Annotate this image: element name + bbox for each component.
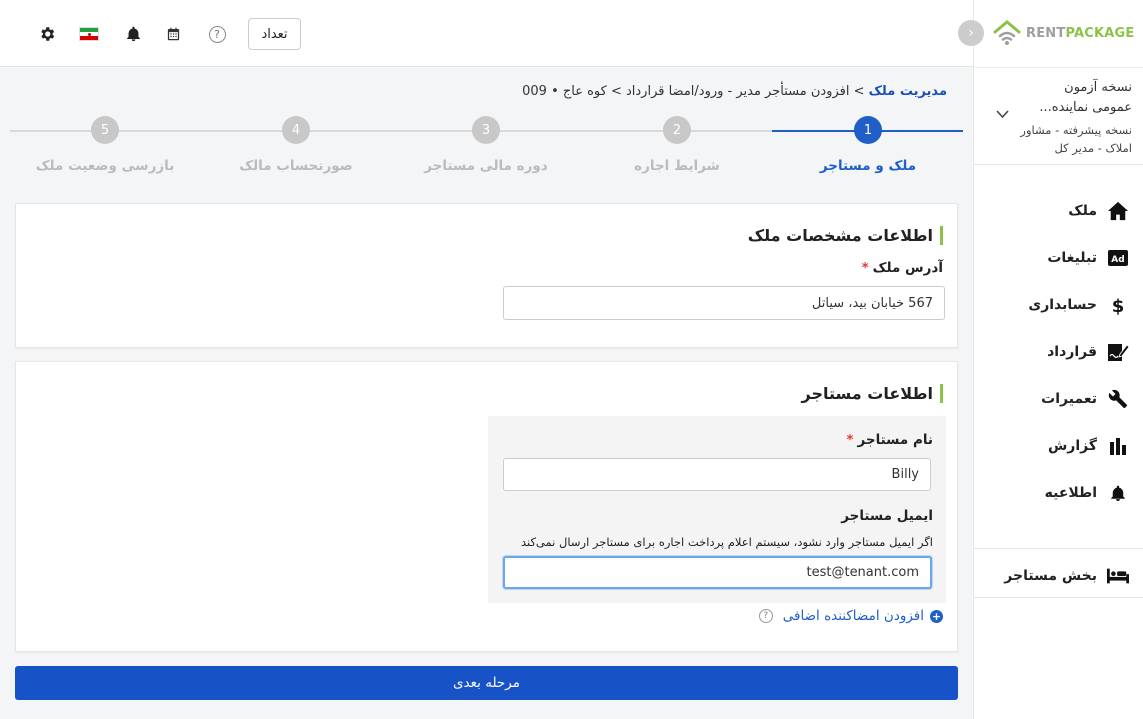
tenant-email-input[interactable] [503,556,932,589]
sidebar-divider [974,597,1143,598]
card-title: اطلاعات مستاجر [802,384,943,403]
step-3[interactable]: 3 دوره مالی مستاجر [391,116,581,174]
sidebar-item-label: تعمیرات [1041,391,1097,407]
sidebar-item-ads[interactable]: تبلیغات Ad [979,243,1129,273]
logo[interactable]: RENTPACKAGE [992,20,1134,46]
step-number: 5 [91,116,119,144]
home-icon [1107,200,1129,222]
card-title: اطلاعات مشخصات ملک [748,226,943,245]
sidebar-item-label: تبلیغات [1047,250,1097,266]
step-4[interactable]: 4 صورتحساب مالک [201,116,391,174]
step-2[interactable]: 2 شرایط اجاره [582,116,772,174]
sidebar-item-reports[interactable]: گزارش [979,431,1129,461]
add-signer-label: افزودن امضاکننده اضافی [782,608,924,624]
add-signer-link[interactable]: + افزودن امضاکننده اضافی ? [758,608,943,624]
sidebar-item-label: ملک [1068,203,1097,219]
tenant-info-card: اطلاعات مستاجر نام مستاجر* ایمیل مستاجر … [15,361,958,652]
next-step-button[interactable]: مرحله بعدی [15,666,958,700]
stepper: 1 ملک و مستاجر 2 شرایط اجاره 3 دوره مالی… [10,116,963,186]
sidebar-item-label: اطلاعیه [1044,485,1097,501]
address-label: آدرس ملک* [862,260,943,276]
tenant-name-input[interactable] [503,458,931,491]
sidebar-item-label: حسابداری [1028,297,1097,313]
sidebar-item-repairs[interactable]: تعمیرات [979,384,1129,414]
required-mark: * [846,432,854,448]
chart-icon [1107,435,1129,457]
account-name: نسخه آزمون [1064,80,1132,95]
wifi-house-icon [993,20,1021,45]
logo-rent: RENT [1026,25,1066,41]
step-label: دوره مالی مستاجر [424,158,548,174]
step-1[interactable]: 1 ملک و مستاجر [773,116,963,174]
tenant-panel: نام مستاجر* ایمیل مستاجر اگر ایمیل مستاج… [488,416,946,603]
top-bar: ? تعداد [0,0,973,67]
sidebar: › RENTPACKAGE نسخه آزمون عمومی نماینده..… [958,0,1143,719]
sidebar-item-accounting[interactable]: حسابداری $ [979,290,1129,320]
step-number: 3 [472,116,500,144]
step-number: 4 [282,116,310,144]
step-label: بازرسی وضعیت ملک [35,158,175,174]
plus-circle-icon: + [930,609,943,623]
svg-text:Ad: Ad [1111,255,1124,265]
sidebar-item-tenant-section[interactable]: بخش مستاجر [979,561,1129,591]
tenant-email-label: ایمیل مستاجر [841,508,933,524]
sidebar-item-property[interactable]: ملک [979,196,1129,226]
sidebar-collapse-button[interactable]: › [958,20,984,46]
iran-flag-icon[interactable] [79,24,99,44]
contract-icon [1107,341,1129,363]
sidebar-item-contract[interactable]: قرارداد [979,337,1129,367]
address-label-text: آدرس ملک [872,260,943,276]
breadcrumb: مدیریت ملک > افزودن مستأجر مدیر - ورود/ا… [522,84,947,99]
account-switcher[interactable]: نسخه آزمون عمومی نماینده... نسخه پیشرفته… [974,67,1143,165]
svg-text:$: $ [1112,296,1125,315]
step-label: شرایط اجاره [634,158,720,174]
breadcrumb-rest: > افزودن مستأجر مدیر - ورود/امضا قرارداد… [522,84,869,99]
bell-icon [1107,482,1129,504]
sidebar-item-label: قرارداد [1047,344,1097,360]
help-icon[interactable]: ? [207,24,227,44]
chevron-down-icon [996,108,1009,122]
breadcrumb-link-property-management[interactable]: مدیریت ملک [869,84,947,99]
step-number: 1 [854,116,882,144]
email-hint: اگر ایمیل مستاجر وارد نشود، سیستم اعلام … [520,535,933,549]
step-number: 2 [663,116,691,144]
tenant-name-label: نام مستاجر* [846,432,933,448]
calendar-icon[interactable] [163,24,183,44]
chevron-right-icon: › [968,25,974,41]
step-label: صورتحساب مالک [239,158,353,174]
logo-package: PACKAGE [1065,25,1135,41]
required-mark: * [861,260,869,276]
ad-icon: Ad [1107,247,1129,269]
help-icon[interactable]: ? [758,609,773,623]
count-button[interactable]: تعداد [248,18,301,50]
sidebar-item-notice[interactable]: اطلاعیه [979,478,1129,508]
settings-icon[interactable] [37,24,57,44]
step-5[interactable]: 5 بازرسی وضعیت ملک [10,116,200,174]
bed-icon [1107,565,1129,587]
dollar-icon: $ [1107,294,1129,316]
wrench-icon [1107,388,1129,410]
bell-icon[interactable] [123,24,143,44]
account-role: نسخه پیشرفته - مشاور املاک - مدیر کل [1020,123,1132,155]
account-agency: عمومی نماینده... [1039,100,1132,115]
address-input[interactable] [503,286,945,320]
property-info-card: اطلاعات مشخصات ملک آدرس ملک* [15,203,958,348]
sidebar-item-label: گزارش [1047,438,1097,454]
sidebar-item-label: بخش مستاجر [1004,568,1097,584]
tenant-name-label-text: نام مستاجر [857,432,933,448]
step-label: ملک و مستاجر [819,158,917,174]
sidebar-divider [974,548,1143,549]
